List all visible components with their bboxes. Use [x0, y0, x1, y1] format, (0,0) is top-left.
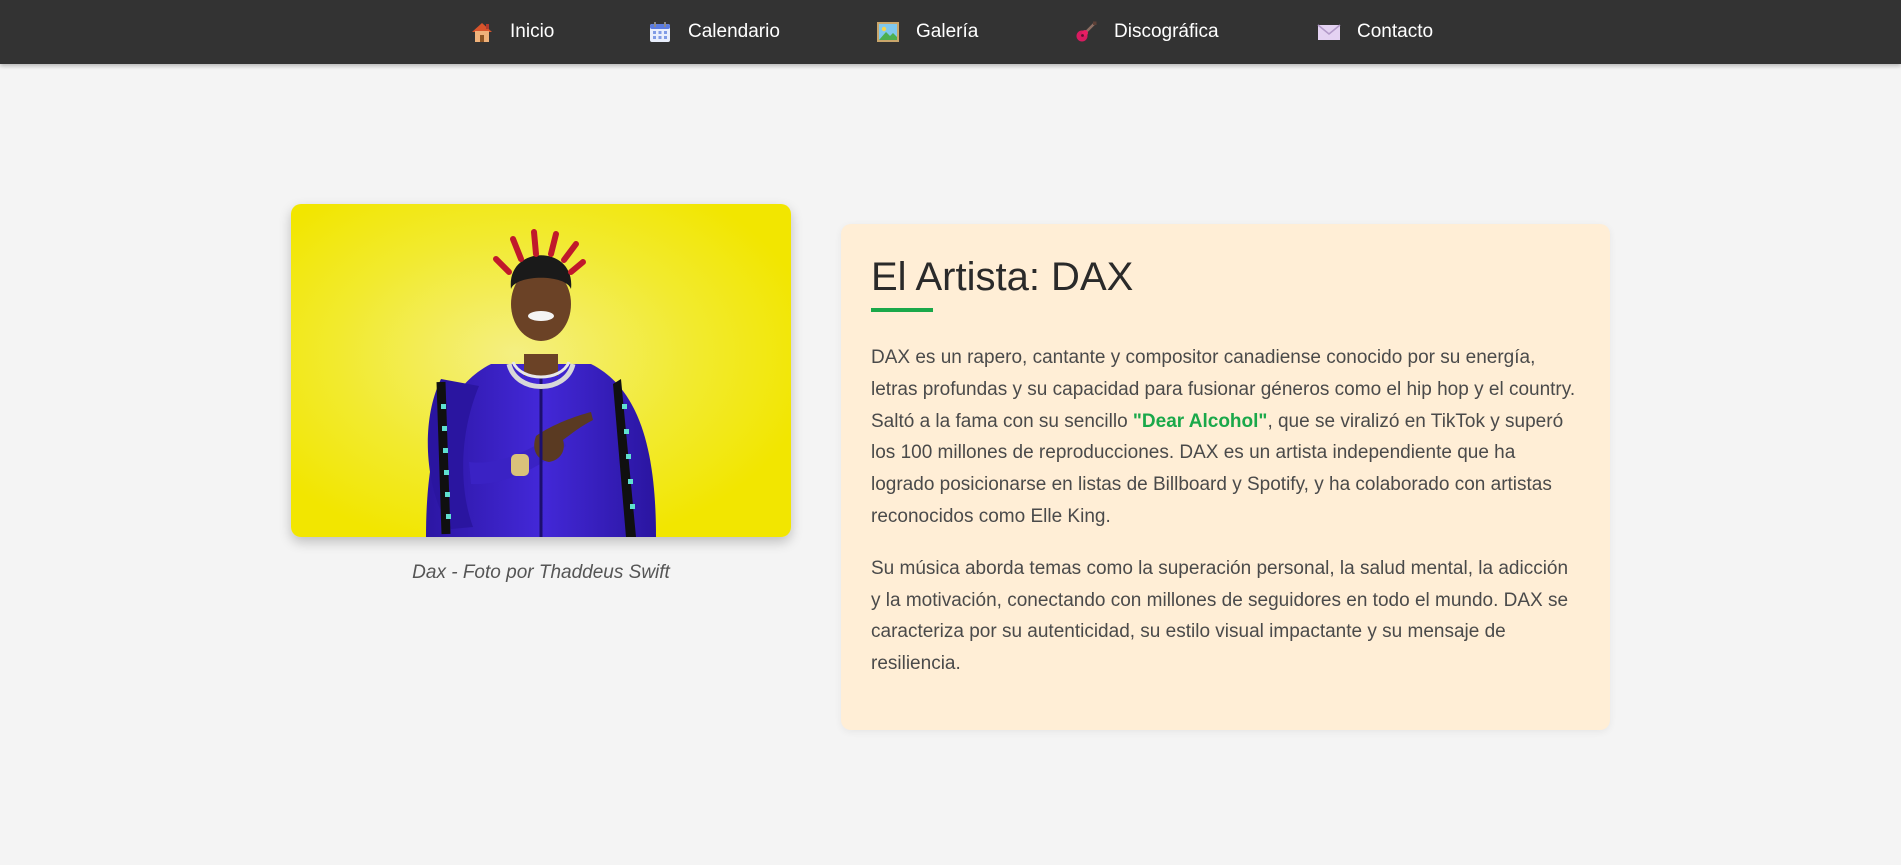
- envelope-icon: [1317, 20, 1341, 44]
- artist-title: El Artista: DAX: [871, 255, 1134, 299]
- nav-label-contacto: Contacto: [1357, 21, 1434, 42]
- nav-item-inicio[interactable]: Inicio: [470, 0, 554, 64]
- house-icon: [470, 20, 494, 44]
- artist-bio-paragraph-1: DAX es un rapero, cantante y compositor …: [871, 342, 1580, 533]
- artist-info-card: El Artista: DAX DAX es un rapero, cantan…: [841, 224, 1610, 730]
- calendar-icon: [648, 20, 672, 44]
- nav-label-calendario: Calendario: [688, 21, 780, 42]
- nav-label-discografica: Discográfica: [1114, 21, 1219, 42]
- guitar-icon: [1074, 20, 1098, 44]
- nav-item-galeria[interactable]: Galería: [876, 0, 978, 64]
- nav-item-contacto[interactable]: Contacto: [1317, 0, 1433, 64]
- nav-label-galeria: Galería: [916, 21, 979, 42]
- title-underline: [871, 308, 933, 312]
- top-navbar: Inicio Calendario Galería Discográfica C…: [0, 0, 1901, 64]
- nav-label-inicio: Inicio: [510, 21, 555, 42]
- nav-item-discografica[interactable]: Discográfica: [1074, 0, 1219, 64]
- artist-photo-illustration: [291, 204, 791, 537]
- artist-photo: [291, 204, 791, 537]
- artist-bio-paragraph-2: Su música aborda temas como la superació…: [871, 557, 1569, 675]
- song-highlight: "Dear Alcohol": [1132, 410, 1268, 432]
- nav-item-calendario[interactable]: Calendario: [648, 0, 780, 64]
- photo-caption: Dax - Foto por Thaddeus Swift: [412, 562, 670, 583]
- picture-icon: [876, 20, 900, 44]
